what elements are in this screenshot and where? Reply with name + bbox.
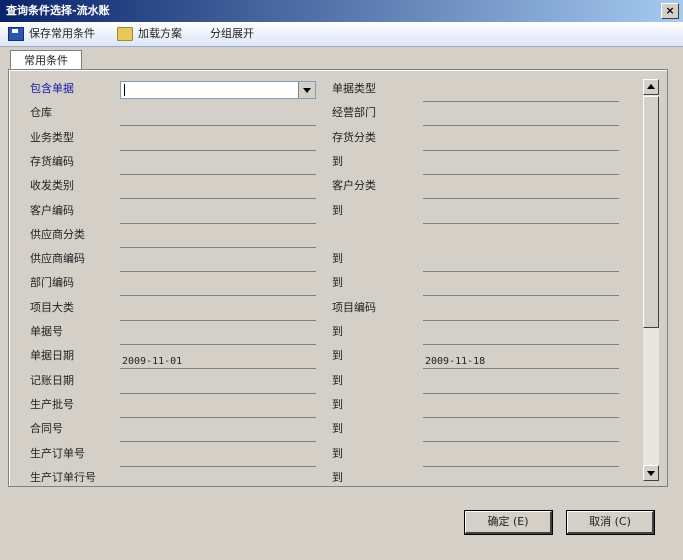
left-field-input[interactable] (120, 161, 316, 175)
left-field-label: 生产订单行号 (30, 470, 96, 482)
left-field-label: 客户编码 (30, 203, 74, 217)
right-field-input[interactable] (423, 112, 619, 127)
toolbar: 保存常用条件 加载方案 分组展开 (0, 22, 683, 47)
query-dialog: 查询条件选择-流水账 × 保存常用条件 加载方案 分组展开 常用条件 包含单据仓… (0, 0, 683, 560)
left-field-label: 部门编码 (30, 276, 74, 290)
right-field-input[interactable] (423, 258, 619, 273)
close-button[interactable]: × (661, 3, 679, 19)
left-field-input[interactable] (120, 185, 316, 200)
title-bar: 查询条件选择-流水账 × (0, 0, 683, 22)
right-field-input[interactable] (423, 307, 619, 321)
left-field-input[interactable] (120, 234, 316, 248)
scroll-up-icon[interactable] (643, 79, 659, 95)
left-field-label: 生产批号 (30, 397, 74, 411)
load-scheme-label: 加载方案 (138, 27, 182, 40)
save-conditions-button[interactable]: 保存常用条件 (8, 26, 95, 42)
right-field-input[interactable]: 2009-11-18 (423, 355, 619, 370)
conditions-grid: 包含单据仓库业务类型存货编码收发类别客户编码供应商分类供应商编码部门编码项目大类… (10, 70, 640, 482)
left-field-label: 存货编码 (30, 154, 74, 168)
right-field-label: 项目编码 (332, 300, 376, 314)
tab-common-conditions[interactable]: 常用条件 (10, 50, 82, 70)
left-field-input[interactable] (120, 137, 316, 151)
group-expand-label: 分组展开 (210, 27, 254, 40)
right-field-label: 客户分类 (332, 179, 376, 193)
left-field-label: 项目大类 (30, 300, 74, 314)
left-field-input[interactable] (120, 404, 316, 418)
ok-button[interactable]: 确定 (E) (464, 510, 553, 535)
right-field-label: 到 (332, 373, 343, 387)
left-field-label: 收发类别 (30, 179, 74, 193)
left-field-input[interactable] (120, 210, 316, 224)
left-field-input[interactable] (120, 477, 316, 482)
save-icon (8, 27, 24, 41)
left-field-label: 合同号 (30, 422, 63, 436)
left-field-input[interactable] (120, 331, 316, 345)
right-field-label: 到 (332, 252, 343, 266)
right-field-input[interactable] (423, 137, 619, 151)
right-field-input[interactable] (423, 185, 619, 200)
right-field-input[interactable] (423, 453, 619, 467)
right-field-label: 到 (332, 446, 343, 460)
right-field-input[interactable] (423, 210, 619, 224)
left-field-input[interactable] (120, 380, 316, 394)
left-field-input[interactable] (120, 112, 316, 127)
window-title: 查询条件选择-流水账 (6, 4, 110, 17)
right-field-input[interactable] (423, 161, 619, 175)
save-conditions-label: 保存常用条件 (29, 27, 95, 40)
right-field-input[interactable] (423, 88, 619, 102)
left-field-input[interactable] (120, 428, 316, 443)
right-field-label: 到 (332, 349, 343, 363)
right-field-label: 单据类型 (332, 82, 376, 95)
load-scheme-button[interactable]: 加载方案 (117, 26, 182, 42)
left-field-input[interactable] (120, 258, 316, 273)
left-field-label: 单据号 (30, 325, 63, 338)
cancel-button[interactable]: 取消 (C) (566, 510, 655, 535)
left-field-input[interactable] (120, 307, 316, 321)
dropdown-arrow-icon[interactable] (298, 82, 315, 98)
scroll-down-icon[interactable] (643, 465, 659, 481)
right-field-input[interactable] (423, 282, 619, 297)
scroll-thumb[interactable] (643, 96, 659, 328)
right-field-label: 到 (332, 470, 343, 482)
left-field-label: 生产订单号 (30, 446, 85, 460)
folder-icon (117, 27, 133, 41)
right-field-label: 到 (332, 154, 343, 168)
left-field-label: 记账日期 (30, 373, 74, 387)
group-expand-button[interactable]: 分组展开 (210, 26, 254, 42)
right-field-label: 到 (332, 276, 343, 290)
left-field-label: 单据日期 (30, 349, 74, 363)
vertical-scrollbar[interactable] (643, 79, 659, 481)
left-field-label: 业务类型 (30, 130, 74, 144)
right-field-label: 到 (332, 325, 343, 338)
right-field-label: 存货分类 (332, 130, 376, 144)
right-field-input[interactable] (423, 331, 619, 345)
left-field-input[interactable] (120, 282, 316, 297)
right-field-input[interactable] (423, 380, 619, 394)
right-field-input[interactable] (423, 477, 619, 482)
left-field-input[interactable] (120, 453, 316, 467)
right-field-input[interactable] (423, 404, 619, 418)
left-field-label: 供应商分类 (30, 227, 85, 241)
right-field-label: 到 (332, 203, 343, 217)
right-field-label: 到 (332, 397, 343, 411)
left-field-label: 仓库 (30, 106, 52, 120)
right-field-label: 经营部门 (332, 106, 376, 120)
left-field-label: 供应商编码 (30, 252, 85, 266)
right-field-label: 到 (332, 422, 343, 436)
include-documents-combo[interactable] (120, 81, 316, 99)
left-field-input[interactable]: 2009-11-01 (120, 355, 316, 370)
text-caret (124, 84, 125, 96)
left-field-label: 包含单据 (30, 82, 74, 95)
right-field-input[interactable] (423, 428, 619, 443)
